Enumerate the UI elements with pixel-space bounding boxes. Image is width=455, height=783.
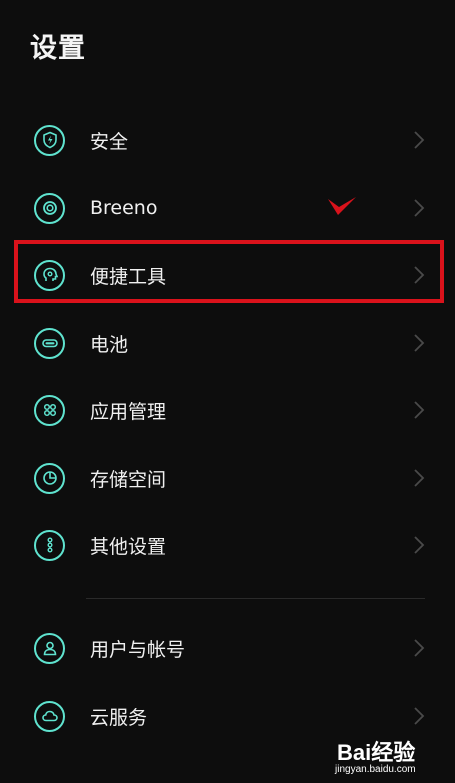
settings-item-label: 用户与帐号 xyxy=(90,638,186,661)
settings-item-storage[interactable]: 存储空间 xyxy=(0,446,455,510)
section-divider xyxy=(86,598,425,599)
settings-item-label: 云服务 xyxy=(90,706,148,729)
settings-item-battery[interactable]: 电池 xyxy=(0,311,455,375)
more-dots-icon xyxy=(34,529,65,561)
chevron-right-icon xyxy=(413,706,425,726)
shield-bolt-icon xyxy=(34,124,65,156)
settings-item-label: 存储空间 xyxy=(90,468,167,491)
settings-item-user-account[interactable]: 用户与帐号 xyxy=(0,616,455,680)
settings-item-label: 安全 xyxy=(90,130,129,153)
settings-item-breeno[interactable]: Breeno xyxy=(0,176,455,240)
cloud-icon xyxy=(34,700,65,732)
settings-item-label: Breeno xyxy=(90,197,158,219)
settings-item-other-settings[interactable]: 其他设置 xyxy=(0,513,455,577)
chevron-right-icon xyxy=(413,468,425,488)
chevron-right-icon xyxy=(413,130,425,150)
battery-icon xyxy=(34,327,65,359)
chevron-right-icon xyxy=(413,198,425,218)
breeno-ring-icon xyxy=(34,192,65,224)
red-check-annotation-icon xyxy=(328,197,356,215)
app-grid-icon xyxy=(34,394,65,426)
pie-chart-icon xyxy=(34,462,65,494)
chevron-right-icon xyxy=(413,535,425,555)
settings-item-label: 应用管理 xyxy=(90,400,167,423)
page-title: 设置 xyxy=(30,33,86,64)
baidu-jingyan-watermark: Bai经验 jingyan.baidu.com xyxy=(331,735,449,779)
watermark-brand: Bai经验 xyxy=(337,740,416,765)
watermark-url: jingyan.baidu.com xyxy=(335,764,416,775)
chevron-right-icon xyxy=(413,638,425,658)
settings-item-label: 其他设置 xyxy=(90,535,167,558)
highlight-box xyxy=(14,240,444,303)
chevron-right-icon xyxy=(413,400,425,420)
settings-item-app-management[interactable]: 应用管理 xyxy=(0,378,455,442)
settings-item-label: 电池 xyxy=(90,333,129,356)
chevron-right-icon xyxy=(413,333,425,353)
settings-item-security[interactable]: 安全 xyxy=(0,108,455,172)
user-icon xyxy=(34,632,65,664)
